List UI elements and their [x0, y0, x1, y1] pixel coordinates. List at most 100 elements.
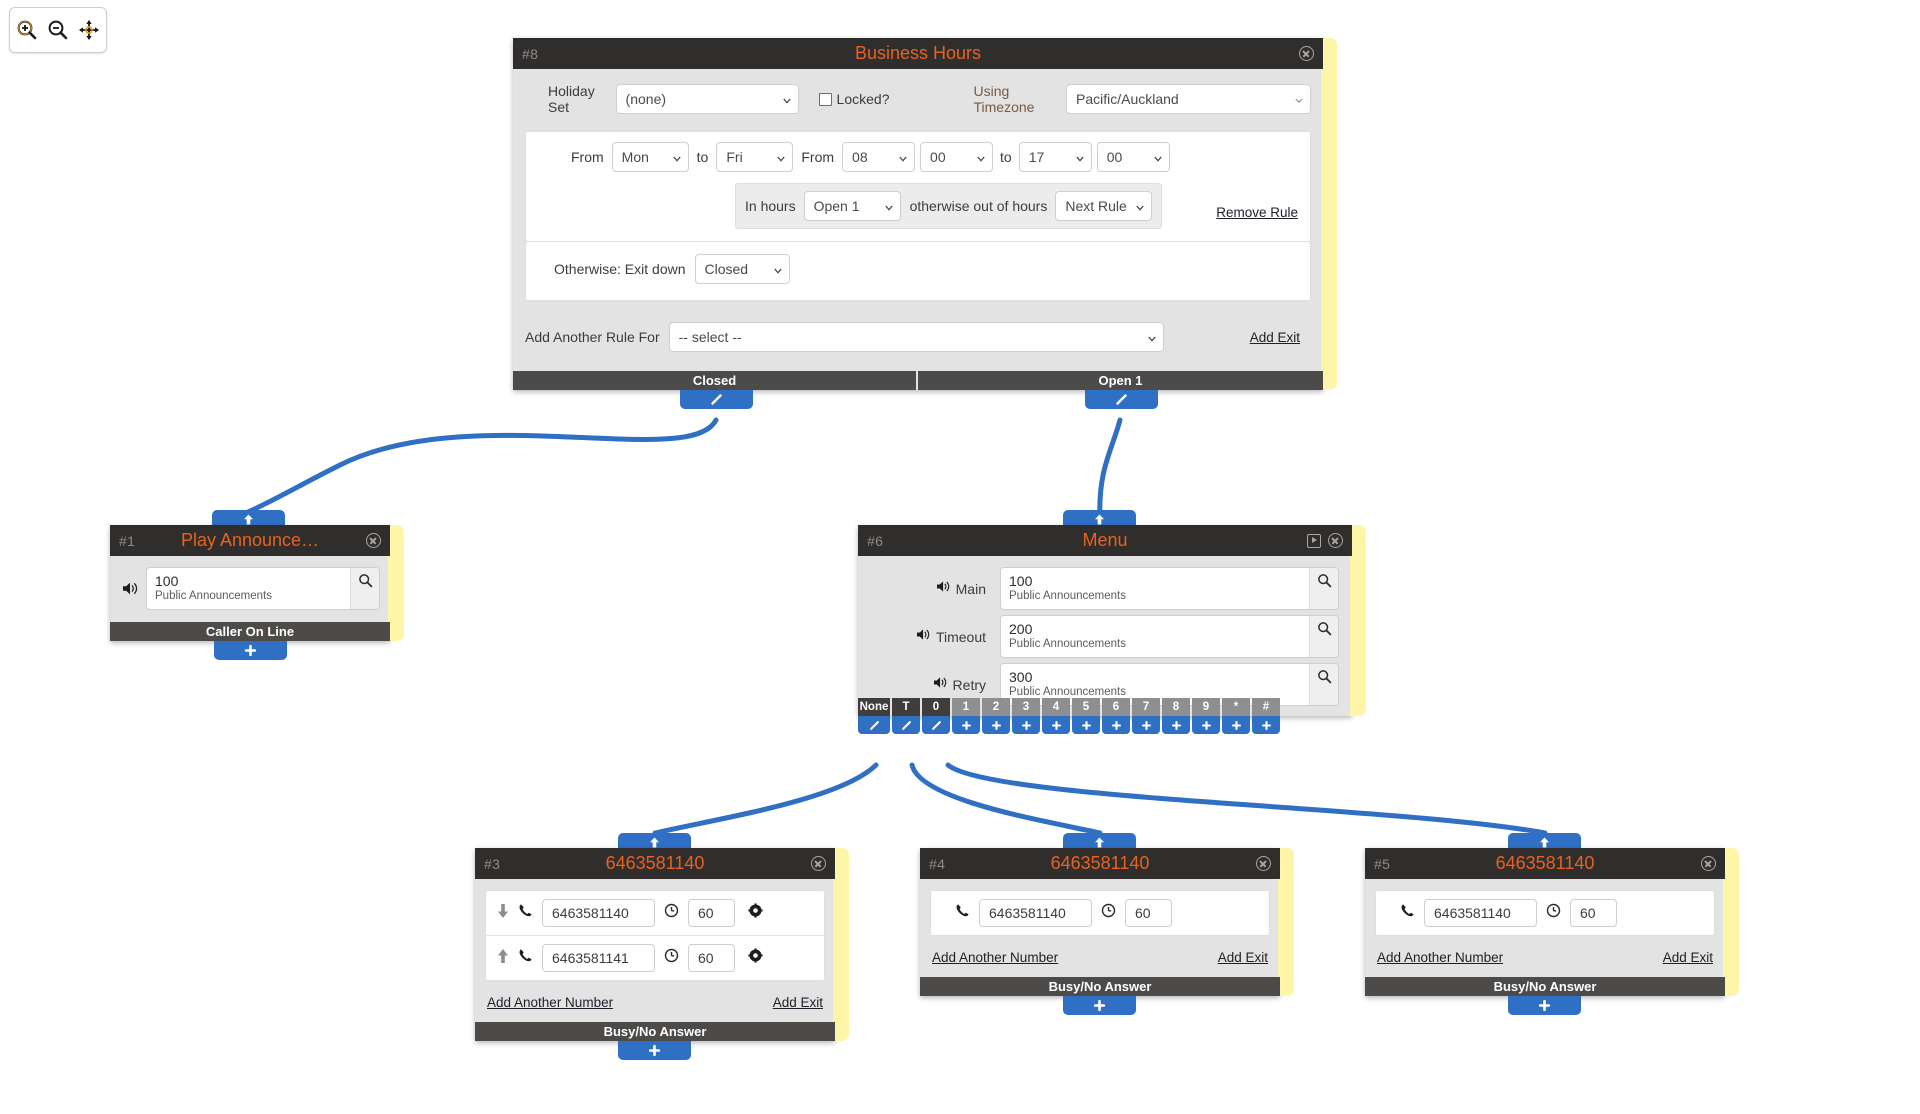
- exit-tab-busy-no-answer[interactable]: [618, 1041, 691, 1060]
- node-header[interactable]: #6 Menu: [858, 525, 1352, 556]
- node-header[interactable]: #5 6463581140: [1365, 848, 1725, 879]
- timeout-input[interactable]: [688, 944, 735, 972]
- node-header[interactable]: #4 6463581140: [920, 848, 1280, 879]
- menu-key-9[interactable]: 9: [1192, 698, 1220, 734]
- menu-key-tab[interactable]: [1192, 716, 1220, 734]
- prompt-timeout-search-button[interactable]: [1309, 616, 1338, 657]
- menu-key-2[interactable]: 2: [982, 698, 1010, 734]
- menu-key-hash[interactable]: #: [1252, 698, 1280, 734]
- exit-open-1[interactable]: Open 1: [918, 371, 1323, 390]
- otherwise-out-of-hours-select[interactable]: Next Rule: [1055, 191, 1153, 221]
- settings-gear-icon[interactable]: [748, 903, 763, 923]
- node-destination-5[interactable]: #5 6463581140 Add Ano: [1365, 848, 1739, 1015]
- exit-tab-caller-on-line[interactable]: [214, 641, 287, 660]
- menu-key-0[interactable]: 0: [922, 698, 950, 734]
- menu-key-none[interactable]: None: [858, 698, 890, 734]
- add-another-number-link[interactable]: Add Another Number: [1377, 950, 1503, 965]
- menu-key-label[interactable]: T: [892, 698, 920, 716]
- locked-checkbox[interactable]: [818, 92, 832, 106]
- menu-key-7[interactable]: 7: [1132, 698, 1160, 734]
- menu-key-label[interactable]: 9: [1192, 698, 1220, 716]
- zoom-out-button[interactable]: [44, 16, 72, 44]
- menu-key-star[interactable]: *: [1222, 698, 1250, 734]
- menu-key-label[interactable]: 2: [982, 698, 1010, 716]
- node-play-announcement[interactable]: #1 Play Announce… 100 Public Announcemen…: [110, 525, 404, 660]
- menu-key-tab[interactable]: [1012, 716, 1040, 734]
- menu-key-tab[interactable]: [982, 716, 1010, 734]
- add-exit-link[interactable]: Add Exit: [1663, 950, 1713, 965]
- add-another-number-link[interactable]: Add Another Number: [932, 950, 1058, 965]
- close-icon[interactable]: [1299, 46, 1314, 61]
- menu-key-t[interactable]: T: [892, 698, 920, 734]
- minute-from-select[interactable]: 00: [920, 142, 994, 172]
- day-to-select[interactable]: Fri: [716, 142, 794, 172]
- prompt-timeout-field[interactable]: 200 Public Announcements: [1000, 615, 1339, 658]
- menu-key-tab[interactable]: [858, 716, 890, 734]
- exit-closed[interactable]: Closed: [513, 371, 918, 390]
- remove-rule-link[interactable]: Remove Rule: [1216, 205, 1298, 220]
- prompt-main-field[interactable]: 100 Public Announcements: [1000, 567, 1339, 610]
- holiday-set-select[interactable]: (none): [615, 84, 799, 114]
- phone-number-input[interactable]: [542, 899, 655, 927]
- prompt-main-search-button[interactable]: [1309, 568, 1338, 609]
- node-business-hours[interactable]: #8 Business Hours Holiday Set (none) Loc…: [513, 38, 1337, 409]
- menu-key-5[interactable]: 5: [1072, 698, 1100, 734]
- add-exit-link[interactable]: Add Exit: [1250, 330, 1300, 345]
- hour-to-select[interactable]: 17: [1018, 142, 1092, 172]
- phone-number-input[interactable]: [542, 944, 655, 972]
- menu-key-label[interactable]: 6: [1102, 698, 1130, 716]
- in-hours-select[interactable]: Open 1: [803, 191, 901, 221]
- exit-tab-open-1[interactable]: [1085, 390, 1158, 409]
- timeout-input[interactable]: [688, 899, 735, 927]
- menu-key-label[interactable]: 3: [1012, 698, 1040, 716]
- menu-key-1[interactable]: 1: [952, 698, 980, 734]
- play-preview-icon[interactable]: [1307, 533, 1321, 548]
- zoom-toolbar[interactable]: [9, 7, 107, 53]
- timeout-input[interactable]: [1570, 899, 1617, 927]
- menu-key-tab[interactable]: [952, 716, 980, 734]
- menu-key-label[interactable]: 5: [1072, 698, 1100, 716]
- menu-key-tab[interactable]: [922, 716, 950, 734]
- menu-key-label[interactable]: #: [1252, 698, 1280, 716]
- node-menu[interactable]: #6 Menu Main 100 Public Announcements Ti…: [858, 525, 1366, 734]
- menu-key-4[interactable]: 4: [1042, 698, 1070, 734]
- add-exit-link[interactable]: Add Exit: [773, 995, 823, 1010]
- announcement-search-button[interactable]: [350, 568, 379, 609]
- phone-number-input[interactable]: [979, 899, 1092, 927]
- menu-key-label[interactable]: 7: [1132, 698, 1160, 716]
- menu-key-tab[interactable]: [1222, 716, 1250, 734]
- exit-busy-no-answer[interactable]: Busy/No Answer: [1365, 977, 1725, 996]
- menu-key-tab[interactable]: [1162, 716, 1190, 734]
- menu-key-label[interactable]: None: [858, 698, 890, 716]
- exit-tab-closed[interactable]: [680, 390, 753, 409]
- exit-busy-no-answer[interactable]: Busy/No Answer: [475, 1022, 835, 1041]
- day-from-select[interactable]: Mon: [611, 142, 689, 172]
- node-header[interactable]: #1 Play Announce…: [110, 525, 390, 556]
- menu-key-3[interactable]: 3: [1012, 698, 1040, 734]
- close-icon[interactable]: [811, 856, 826, 871]
- pan-button[interactable]: [75, 16, 103, 44]
- menu-key-8[interactable]: 8: [1162, 698, 1190, 734]
- menu-key-tab[interactable]: [892, 716, 920, 734]
- menu-key-tab[interactable]: [1072, 716, 1100, 734]
- otherwise-exit-select[interactable]: Closed: [694, 254, 790, 284]
- close-icon[interactable]: [366, 533, 381, 548]
- phone-number-input[interactable]: [1424, 899, 1537, 927]
- close-icon[interactable]: [1328, 533, 1343, 548]
- close-icon[interactable]: [1701, 856, 1716, 871]
- minute-to-select[interactable]: 00: [1096, 142, 1170, 172]
- menu-key-label[interactable]: *: [1222, 698, 1250, 716]
- exit-caller-on-line[interactable]: Caller On Line: [110, 622, 390, 641]
- add-exit-link[interactable]: Add Exit: [1218, 950, 1268, 965]
- node-header[interactable]: #3 6463581140: [475, 848, 835, 879]
- menu-key-tab[interactable]: [1042, 716, 1070, 734]
- prompt-retry-search-button[interactable]: [1309, 664, 1338, 705]
- menu-key-tab[interactable]: [1252, 716, 1280, 734]
- node-destination-3[interactable]: #3 6463581140 6463581140 60 6463581141 6…: [475, 848, 849, 1060]
- settings-gear-icon[interactable]: [748, 948, 763, 968]
- flow-canvas[interactable]: #8 Business Hours Holiday Set (none) Loc…: [0, 0, 1920, 1114]
- menu-key-label[interactable]: 1: [952, 698, 980, 716]
- timeout-input[interactable]: [1125, 899, 1172, 927]
- menu-key-tab[interactable]: [1132, 716, 1160, 734]
- menu-key-tab[interactable]: [1102, 716, 1130, 734]
